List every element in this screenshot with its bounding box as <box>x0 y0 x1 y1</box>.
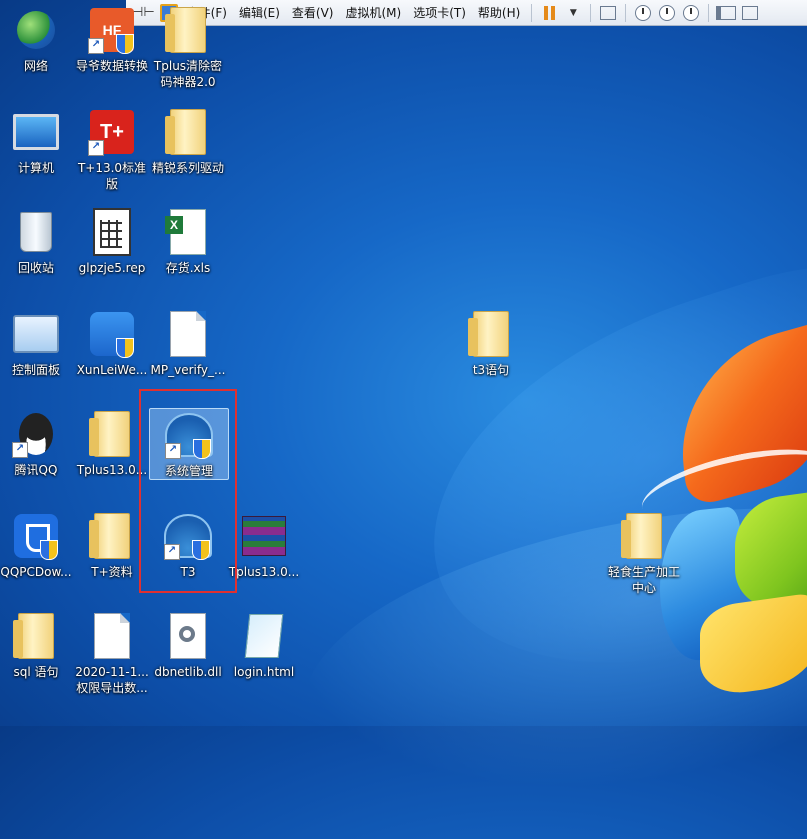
menu-tabs[interactable]: 选项卡(T) <box>407 2 472 24</box>
library-panel-button[interactable] <box>716 2 737 24</box>
menu-vm[interactable]: 虚拟机(M) <box>339 2 407 24</box>
pause-button[interactable] <box>539 2 559 24</box>
text-file-icon <box>170 311 206 357</box>
uac-shield-icon <box>116 338 134 358</box>
desktop-icon-t3-sql[interactable]: t3语句 <box>452 310 530 378</box>
winrar-archive-icon <box>242 516 286 556</box>
icon-label: t3语句 <box>472 363 510 377</box>
menu-help[interactable]: 帮助(H) <box>472 2 526 24</box>
snapshot-manager-button[interactable] <box>681 2 701 24</box>
icon-label: sql 语句 <box>13 665 59 679</box>
menu-view[interactable]: 查看(V) <box>286 2 340 24</box>
folder-icon <box>621 513 662 559</box>
dll-file-icon <box>170 613 206 659</box>
desktop-icon-mp-verify[interactable]: MP_verify_... <box>149 310 227 378</box>
icon-label: 回收站 <box>17 261 54 275</box>
blank-file-icon <box>94 613 130 659</box>
icon-label: XunLeiWe... <box>76 363 148 377</box>
icon-label: 导爷数据转换 <box>75 59 148 73</box>
icon-label: glpzje5.rep <box>78 261 146 275</box>
revert-snapshot-icon <box>659 4 676 21</box>
toolbar-separator <box>531 3 533 22</box>
folder-icon <box>13 613 54 659</box>
recycle-bin-icon <box>20 212 52 252</box>
power-dropdown-button[interactable]: ▼ <box>563 2 583 24</box>
folder-icon <box>89 411 130 457</box>
highlight-box <box>139 389 237 593</box>
control-panel-icon <box>13 315 59 353</box>
toolbar-separator <box>708 3 710 22</box>
toolbar-separator <box>625 3 627 22</box>
desktop-icon-qqpc[interactable]: QQPCDow... <box>0 512 75 580</box>
desktop-icon-recycle-bin[interactable]: 回收站 <box>0 208 75 276</box>
icon-label: 网络 <box>23 59 48 73</box>
icon-label: 腾讯QQ <box>14 463 58 477</box>
thumbnail-icon <box>742 5 759 20</box>
icon-label: 轻食生产加工中心 <box>607 565 680 595</box>
computer-icon <box>13 114 59 150</box>
excel-file-icon <box>165 209 206 255</box>
desktop-icon-export-file[interactable]: 2020-11-1... 权限导出数... <box>73 612 151 696</box>
revert-snapshot-button[interactable] <box>657 2 677 24</box>
report-file-icon <box>93 208 131 256</box>
icon-label: T+13.0标准版 <box>77 161 147 191</box>
thumbnail-button[interactable] <box>740 2 760 24</box>
desktop-icon-daoye[interactable]: HF ↗ 导爷数据转换 <box>73 6 151 74</box>
folder-icon <box>468 311 509 357</box>
uac-shield-icon <box>40 540 58 560</box>
icon-label: 计算机 <box>17 161 54 175</box>
folder-icon <box>89 513 130 559</box>
pause-icon <box>543 5 555 20</box>
desktop-icon-tplus-password[interactable]: Tplus清除密码神器2.0 <box>149 6 227 90</box>
network-settings-button[interactable] <box>598 2 618 24</box>
shortcut-arrow-icon: ↗ <box>88 38 104 54</box>
snapshot-manager-icon <box>683 4 700 21</box>
desktop-icon-network[interactable]: 网络 <box>0 6 75 74</box>
desktop-icon-driver[interactable]: 精锐系列驱动 <box>149 108 227 176</box>
desktop-icon-glpzje5[interactable]: glpzje5.rep <box>73 208 151 276</box>
icon-label: dbnetlib.dll <box>154 665 222 679</box>
icon-label: MP_verify_... <box>150 363 226 377</box>
html-file-icon <box>244 614 284 658</box>
desktop-icon-login-html[interactable]: login.html <box>225 612 303 680</box>
icon-label: Tplus清除密码神器2.0 <box>153 59 223 89</box>
icon-label: 2020-11-1... 权限导出数... <box>75 665 149 695</box>
uac-shield-icon <box>116 34 134 54</box>
desktop-icon-tplus[interactable]: T+ ↗ T+13.0标准版 <box>73 108 151 192</box>
desktop-icon-sql[interactable]: sql 语句 <box>0 612 75 680</box>
icon-label: login.html <box>233 665 295 679</box>
network-adapter-icon <box>600 5 617 20</box>
network-icon <box>17 11 55 49</box>
snapshot-icon <box>635 4 652 21</box>
toolbar-separator <box>590 3 592 22</box>
desktop-icon-computer[interactable]: 计算机 <box>0 108 75 176</box>
desktop-icon-control-panel[interactable]: 控制面板 <box>0 310 75 378</box>
desktop-icon-dbnetlib[interactable]: dbnetlib.dll <box>149 612 227 680</box>
desktop-icon-xunlei[interactable]: XunLeiWe... <box>73 310 151 378</box>
folder-icon <box>165 7 206 53</box>
snapshot-button[interactable] <box>633 2 653 24</box>
shortcut-arrow-icon: ↗ <box>12 442 28 458</box>
library-panel-icon <box>716 5 737 20</box>
menu-edit[interactable]: 编辑(E) <box>233 2 286 24</box>
icon-label: 存货.xls <box>165 261 211 275</box>
icon-label: 控制面板 <box>11 363 60 377</box>
icon-label: 精锐系列驱动 <box>151 161 224 175</box>
vm-toolbar: ⊣⊢ 文件(F) 编辑(E) 查看(V) 虚拟机(M) 选项卡(T) 帮助(H)… <box>126 0 807 26</box>
desktop-icon-inventory-xls[interactable]: 存货.xls <box>149 208 227 276</box>
folder-icon <box>165 109 206 155</box>
desktop-icon-qq[interactable]: ↗ 腾讯QQ <box>0 410 75 478</box>
desktop-icon-food-processing[interactable]: 轻食生产加工中心 <box>605 512 683 596</box>
shortcut-arrow-icon: ↗ <box>88 140 104 156</box>
icon-label: QQPCDow... <box>0 565 72 579</box>
